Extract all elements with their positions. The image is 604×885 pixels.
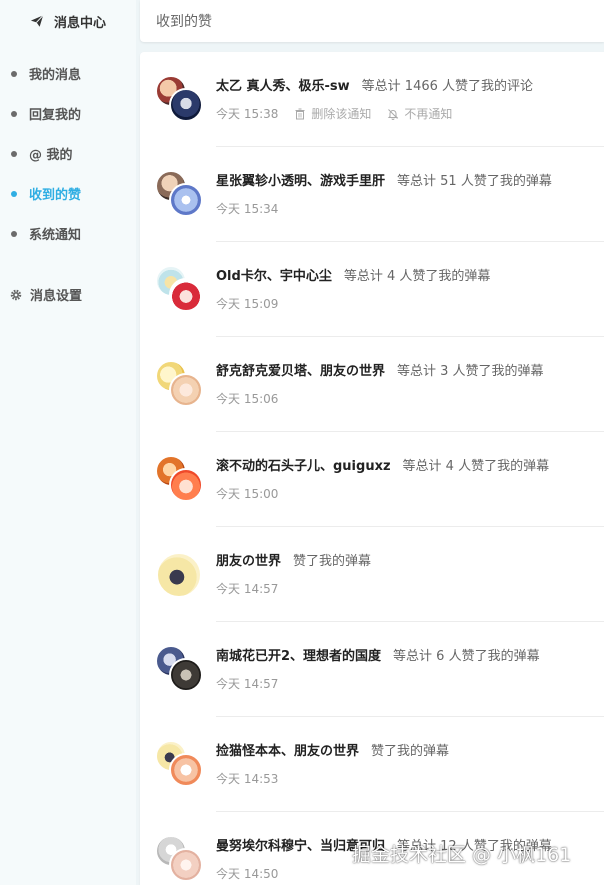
list-item[interactable]: 太乙 真人秀、极乐-sw 等总计 1466 人赞了我的评论 今天 15:38 删… — [140, 52, 604, 147]
sidebar-item-mentions[interactable]: @ 我的 — [0, 144, 73, 163]
timestamp: 今天 15:38 — [216, 107, 279, 121]
sidebar-item-system[interactable]: 系统通知 — [0, 224, 81, 243]
sidebar: 消息中心 我的消息 回复我的 @ 我的 收到的赞 系统通知 消息设置 — [0, 0, 136, 885]
like-summary: 等总计 1466 人赞了我的评论 — [361, 79, 534, 94]
list-item[interactable]: 星张翼轸小透明、游戏手里肝 等总计 51 人赞了我的弹幕 今天 15:34 — [140, 147, 604, 242]
avatar[interactable] — [169, 468, 203, 502]
avatar[interactable] — [169, 183, 203, 217]
sidebar-item-label: @ 我的 — [29, 148, 73, 163]
avatar[interactable] — [169, 278, 203, 312]
avatar[interactable] — [169, 88, 203, 122]
liker-names[interactable]: Old卡尔、宇中心尘 — [216, 265, 332, 284]
page-header: 收到的赞 — [140, 0, 604, 42]
liker-names[interactable]: 捡猫怪本本、朋友の世界 — [216, 740, 359, 759]
sidebar-settings-label: 消息设置 — [30, 289, 83, 304]
like-summary: 等总计 4 人赞了我的弹幕 — [402, 459, 550, 474]
delete-label: 删除该通知 — [311, 107, 372, 121]
like-summary: 等总计 6 人赞了我的弹幕 — [393, 649, 540, 664]
like-summary: 赞了我的弹幕 — [293, 554, 372, 569]
gear-icon — [10, 289, 22, 300]
liker-names[interactable]: 太乙 真人秀、极乐-sw — [216, 75, 350, 94]
like-summary: 等总计 4 人赞了我的弹幕 — [343, 269, 491, 284]
sidebar-item-label: 回复我的 — [29, 108, 82, 123]
sidebar-item-label: 系统通知 — [29, 228, 82, 243]
page-title: 收到的赞 — [156, 14, 212, 30]
avatar[interactable] — [169, 658, 203, 692]
list-item[interactable]: 舒克舒克爱贝塔、朋友の世界 等总计 3 人赞了我的弹幕 今天 15:06 — [140, 337, 604, 432]
bell-off-icon — [388, 108, 399, 120]
sidebar-item-likes[interactable]: 收到的赞 — [0, 184, 81, 203]
avatar[interactable] — [169, 373, 203, 407]
list-item[interactable]: Old卡尔、宇中心尘 等总计 4 人赞了我的弹幕 今天 15:09 — [140, 242, 604, 337]
sidebar-item-replies[interactable]: 回复我的 — [0, 104, 81, 123]
timestamp: 今天 14:50 — [216, 867, 279, 881]
bullet-icon — [11, 70, 17, 77]
sidebar-item-label: 我的消息 — [29, 68, 82, 83]
avatar[interactable] — [156, 552, 202, 598]
bullet-icon — [11, 150, 17, 157]
list-item[interactable]: 捡猫怪本本、朋友の世界 赞了我的弹幕 今天 14:53 — [140, 717, 604, 812]
liker-names[interactable]: 朋友の世界 — [216, 550, 281, 569]
like-summary: 等总计 51 人赞了我的弹幕 — [397, 174, 552, 189]
timestamp: 今天 15:09 — [216, 297, 279, 311]
timestamp: 今天 15:00 — [216, 487, 279, 501]
timestamp: 今天 15:06 — [216, 392, 279, 406]
liker-names[interactable]: 舒克舒克爱贝塔、朋友の世界 — [216, 360, 385, 379]
sidebar-item-my-messages[interactable]: 我的消息 — [0, 64, 81, 83]
timestamp: 今天 14:57 — [216, 582, 279, 596]
list-item[interactable]: 朋友の世界 赞了我的弹幕 今天 14:57 — [140, 527, 604, 622]
delete-notification-button[interactable]: 删除该通知 — [294, 105, 371, 122]
notification-list: 太乙 真人秀、极乐-sw 等总计 1466 人赞了我的评论 今天 15:38 删… — [140, 52, 604, 885]
list-item[interactable]: 南城花已开2、理想者的国度 等总计 6 人赞了我的弹幕 今天 14:57 — [140, 622, 604, 717]
bullet-icon — [11, 110, 17, 117]
mute-label: 不再通知 — [404, 107, 453, 121]
watermark: 掘金技术社区 @ 小枫161 — [352, 844, 572, 866]
sidebar-item-settings[interactable]: 消息设置 — [10, 285, 82, 304]
sidebar-header: 消息中心 — [0, 0, 136, 42]
list-item[interactable]: 滚不动的石头子儿、guiguxz 等总计 4 人赞了我的弹幕 今天 15:00 — [140, 432, 604, 527]
bullet-icon — [11, 190, 17, 197]
avatar[interactable] — [169, 848, 203, 882]
like-summary: 赞了我的弹幕 — [371, 744, 450, 759]
bullet-icon — [11, 230, 17, 237]
like-summary: 等总计 3 人赞了我的弹幕 — [397, 364, 544, 379]
sidebar-item-label: 收到的赞 — [29, 188, 82, 203]
timestamp: 今天 14:53 — [216, 772, 279, 786]
timestamp: 今天 14:57 — [216, 677, 279, 691]
liker-names[interactable]: 星张翼轸小透明、游戏手里肝 — [216, 170, 385, 189]
mute-notification-button[interactable]: 不再通知 — [387, 105, 452, 122]
liker-names[interactable]: 南城花已开2、理想者的国度 — [216, 645, 381, 664]
paper-plane-icon — [30, 14, 44, 27]
timestamp: 今天 15:34 — [216, 202, 279, 216]
liker-names[interactable]: 滚不动的石头子儿、guiguxz — [216, 455, 391, 474]
trash-icon — [295, 108, 305, 119]
sidebar-title: 消息中心 — [53, 15, 106, 31]
avatar[interactable] — [169, 753, 203, 787]
